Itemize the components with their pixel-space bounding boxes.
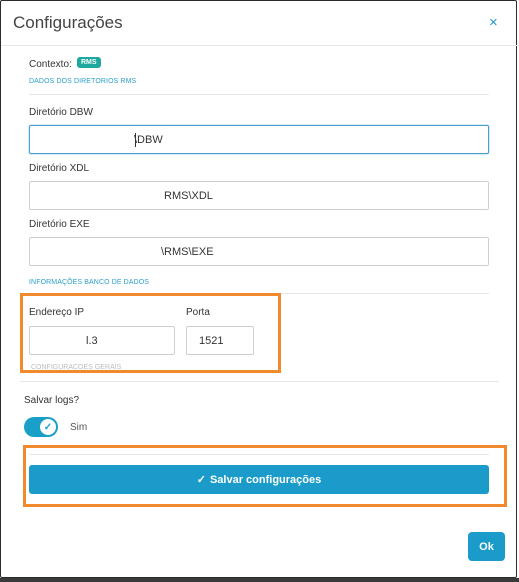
check-icon: ✓	[40, 419, 56, 435]
check-icon: ✓	[196, 474, 206, 486]
save-button[interactable]: ✓ Salvar configurações	[29, 465, 489, 494]
ok-button[interactable]: Ok	[468, 532, 505, 561]
divider	[29, 94, 489, 95]
dbw-label: Diretório DBW	[29, 107, 93, 118]
logs-toggle[interactable]: ✓	[24, 417, 58, 437]
dbw-input[interactable]: \DBW	[29, 125, 489, 154]
logs-label: Salvar logs?	[24, 395, 80, 406]
xdl-value: RMS\XDL	[164, 189, 213, 202]
dialog-header: Configurações ×	[1, 1, 518, 46]
settings-dialog: Configurações × Contexto: RMS DADOS DOS …	[0, 0, 518, 578]
divider	[29, 454, 489, 455]
text-cursor	[135, 132, 136, 147]
dbw-value: \DBW	[134, 133, 163, 146]
window-bottom-edge	[0, 578, 519, 582]
xdl-label: Diretório XDL	[29, 163, 90, 174]
exe-label: Diretório EXE	[29, 219, 90, 230]
divider	[20, 381, 499, 382]
exe-value: \RMS\EXE	[161, 245, 214, 258]
close-icon[interactable]: ×	[489, 15, 498, 30]
exe-input[interactable]: \RMS\EXE	[29, 237, 489, 266]
xdl-input[interactable]: RMS\XDL	[29, 181, 489, 210]
ip-port-highlight	[20, 293, 281, 373]
context-label: Contexto:	[29, 59, 72, 70]
save-button-label: Salvar configurações	[209, 473, 322, 486]
context-badge: RMS	[77, 57, 101, 68]
dialog-title: Configurações	[13, 13, 123, 32]
section-rms-dirs: DADOS DOS DIRETORIOS RMS	[29, 78, 137, 85]
logs-toggle-text: Sim	[70, 422, 88, 433]
section-db-info: INFORMAÇÕES BANCO DE DADOS	[29, 279, 150, 286]
